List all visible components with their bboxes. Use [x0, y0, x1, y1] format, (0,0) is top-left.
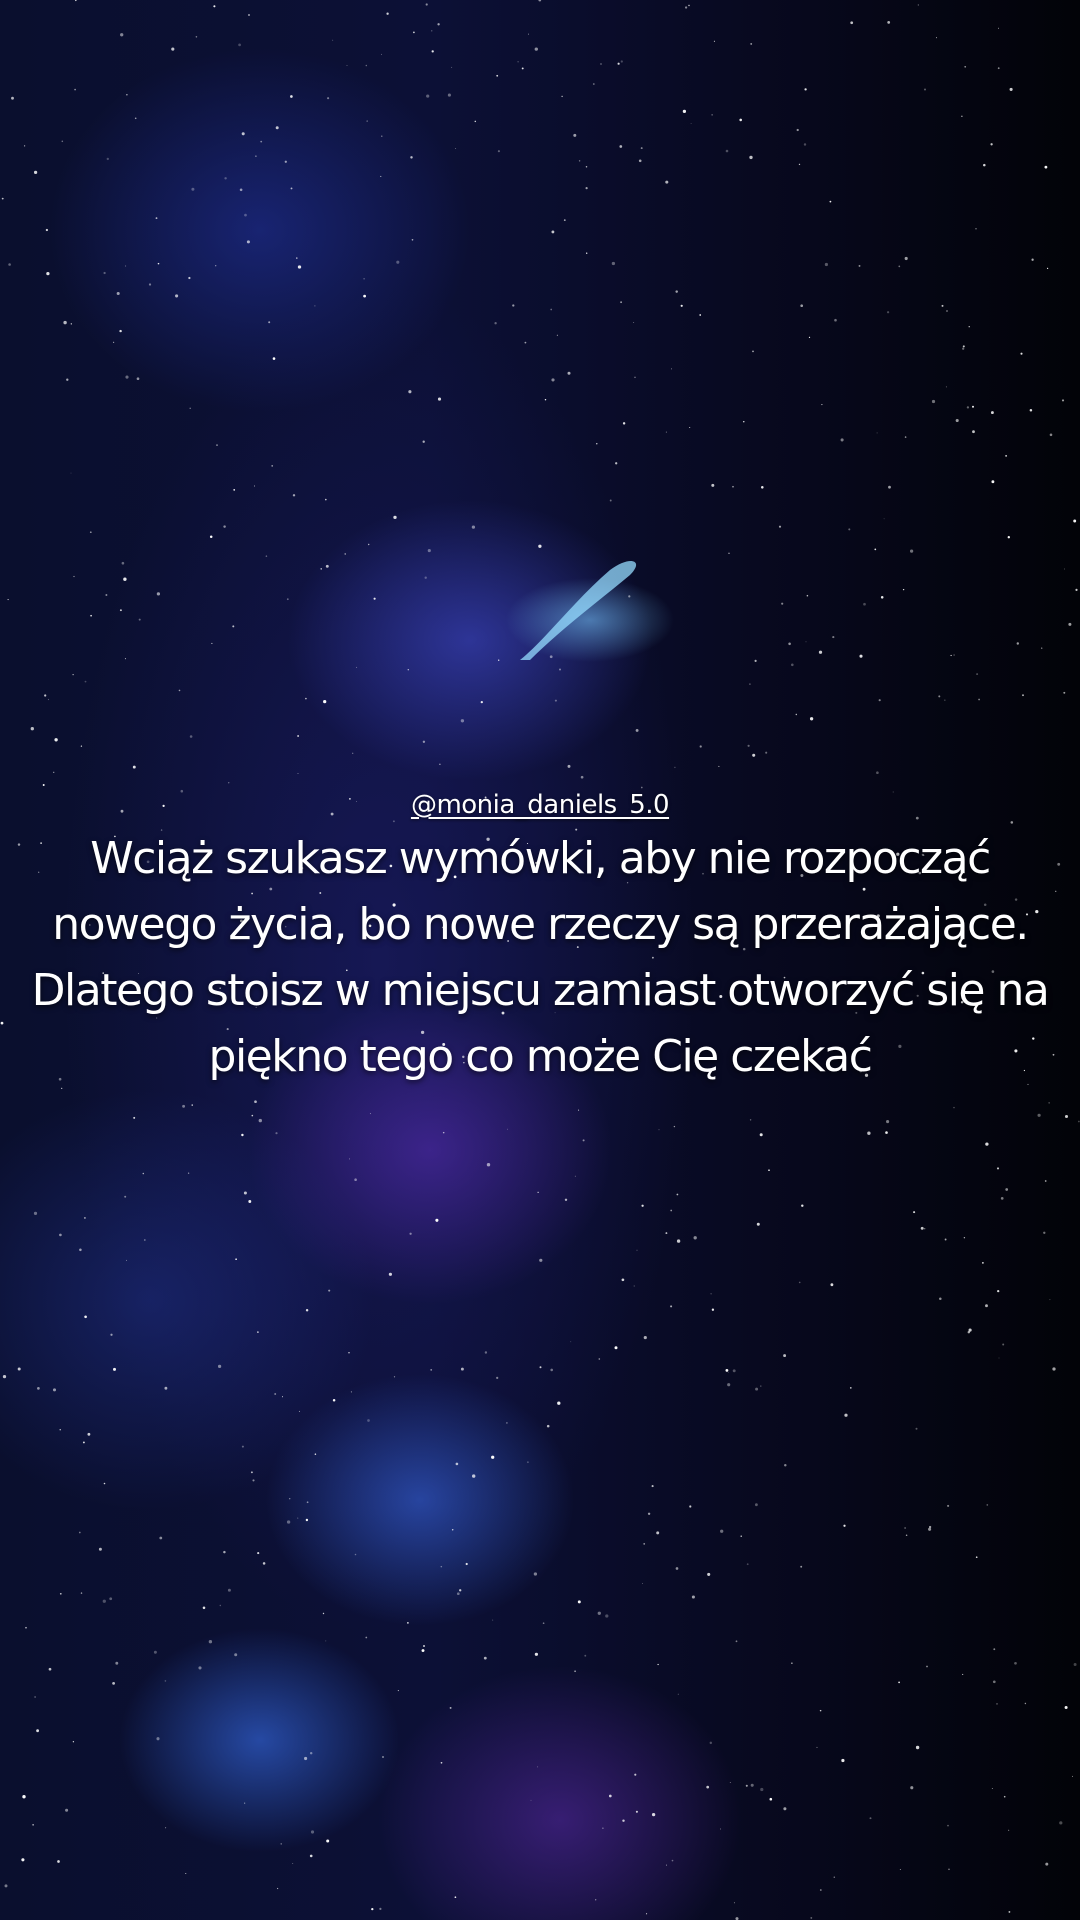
quote-line: Dlatego stoisz w miejscu zamiast otworzy… — [31, 965, 1050, 1016]
quote-text: Wciąż szukasz wymówki, aby nie rozpocząć… — [10, 826, 1070, 1090]
quote-line: Wciąż szukasz wymówki, aby nie rozpocząć — [90, 833, 991, 884]
username-mention[interactable]: @monia_daniels_5.0 — [0, 790, 1080, 820]
story-text-block: @monia_daniels_5.0 Wciąż szukasz wymówki… — [0, 790, 1080, 1090]
story-canvas: @monia_daniels_5.0 Wciąż szukasz wymówki… — [0, 0, 1080, 1920]
quote-line: nowego życia, bo nowe rzeczy są przeraża… — [52, 899, 1029, 950]
quote-line: piękno tego co może Cię czekać — [208, 1031, 873, 1082]
nebula-streak — [520, 560, 637, 660]
